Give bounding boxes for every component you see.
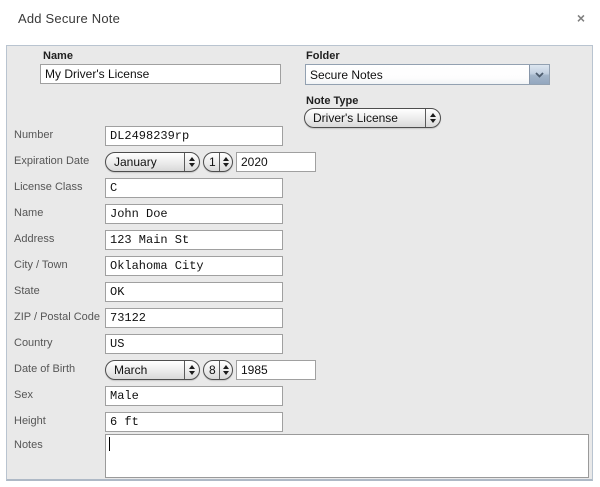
note-type-section-label: Note Type (306, 95, 359, 107)
notes-label: Notes (14, 439, 43, 451)
holder-name-input[interactable] (105, 204, 283, 224)
city-label: City / Town (14, 259, 68, 271)
note-type-value: Driver's License (313, 111, 398, 125)
address-label: Address (14, 233, 55, 245)
dob-month-popup[interactable]: March (105, 360, 200, 380)
expiration-month-popup[interactable]: January (105, 152, 200, 172)
dob-day-value: 8 (209, 363, 216, 377)
note-name-input[interactable] (40, 64, 281, 84)
country-label: Country (14, 337, 53, 349)
height-label: Height (14, 415, 46, 427)
state-label: State (14, 285, 40, 297)
address-input[interactable] (105, 230, 283, 250)
sex-input[interactable] (105, 386, 283, 406)
expiration-day-popup[interactable]: 1 (203, 152, 233, 172)
stepper-arrows-icon (184, 153, 199, 171)
expiration-day-value: 1 (209, 155, 216, 169)
city-input[interactable] (105, 256, 283, 276)
zip-input[interactable] (105, 308, 283, 328)
state-input[interactable] (105, 282, 283, 302)
holder-name-label: Name (14, 207, 44, 219)
stepper-arrows-icon (219, 361, 232, 379)
number-label: Number (14, 129, 54, 141)
expiration-month-value: January (114, 155, 157, 169)
license-class-input[interactable] (105, 178, 283, 198)
stepper-arrows-icon (219, 153, 232, 171)
dob-label: Date of Birth (14, 363, 76, 375)
country-input[interactable] (105, 334, 283, 354)
stepper-arrows-icon (425, 109, 440, 127)
folder-section-label: Folder (306, 50, 340, 62)
height-input[interactable] (105, 412, 283, 432)
zip-label: ZIP / Postal Code (14, 311, 101, 323)
folder-input[interactable] (306, 65, 529, 84)
license-class-label: License Class (14, 181, 83, 193)
close-icon[interactable]: × (572, 9, 590, 27)
form-panel: Name Folder Note Type Driver's License N… (6, 45, 593, 481)
dropdown-arrow-icon[interactable] (529, 65, 549, 84)
folder-combobox[interactable] (305, 64, 550, 85)
name-section-label: Name (43, 50, 73, 62)
expiration-year-input[interactable] (236, 152, 316, 172)
note-type-popup[interactable]: Driver's License (304, 108, 441, 128)
dob-year-input[interactable] (236, 360, 316, 380)
notes-textarea[interactable] (105, 434, 589, 478)
text-caret (109, 437, 110, 451)
number-input[interactable] (105, 126, 283, 146)
expiration-date-label: Expiration Date (14, 155, 90, 167)
dob-month-value: March (114, 363, 148, 377)
stepper-arrows-icon (184, 361, 199, 379)
dob-day-popup[interactable]: 8 (203, 360, 233, 380)
dialog-title: Add Secure Note (18, 11, 121, 26)
sex-label: Sex (14, 389, 33, 401)
